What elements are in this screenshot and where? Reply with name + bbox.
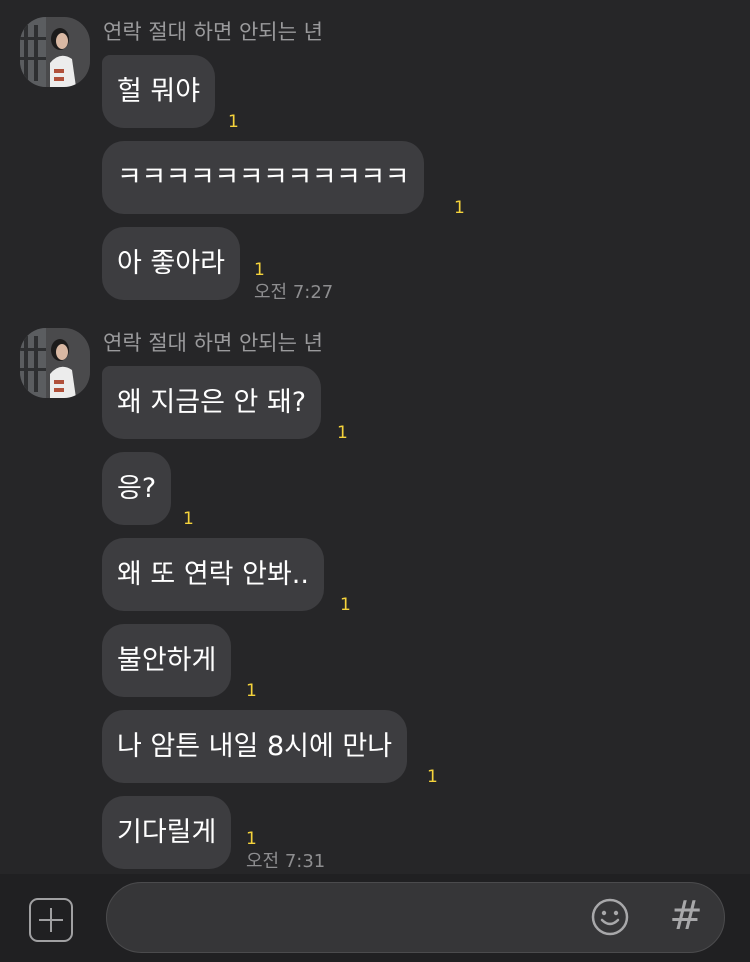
unread-count: 1 (228, 112, 239, 132)
avatar-photo (20, 328, 90, 398)
sender-name: 연락 절대 하면 안되는 년 (103, 331, 323, 355)
message-input[interactable]: # (106, 882, 725, 953)
unread-count: 1 (337, 423, 348, 443)
smiley-icon[interactable] (591, 898, 629, 936)
message-bubble[interactable]: 불안하게 (102, 624, 232, 697)
sender-avatar[interactable] (20, 328, 90, 398)
message-bubble[interactable]: 왜 지금은 안 돼? (102, 366, 322, 439)
hashtag-icon[interactable]: # (669, 893, 703, 939)
message-bubble[interactable]: 헐 뭐야 (102, 55, 216, 128)
message-bubble[interactable]: 응? (102, 452, 172, 525)
unread-count: 1 (254, 260, 265, 280)
sender-name: 연락 절대 하면 안되는 년 (103, 20, 323, 44)
message-bubble[interactable]: 아 좋아라 (102, 227, 240, 300)
chat-area[interactable]: 연락 절대 하면 안되는 년 헐 뭐야 1 ㅋㅋㅋㅋㅋㅋㅋㅋㅋㅋㅋㅋ 1 아 좋… (0, 0, 750, 874)
unread-count: 1 (454, 198, 465, 218)
avatar-photo (20, 17, 90, 87)
unread-count: 1 (340, 595, 351, 615)
message-timestamp: 오전 7:31 (246, 851, 326, 872)
input-bar: # (0, 874, 750, 962)
message-bubble[interactable]: 왜 또 연락 안봐.. (102, 538, 324, 611)
unread-count: 1 (246, 681, 257, 701)
attach-plus-icon[interactable] (29, 898, 73, 942)
unread-count: 1 (246, 829, 257, 849)
message-bubble[interactable]: 기다릴게 (102, 796, 232, 869)
message-bubble[interactable]: 나 암튼 내일 8시에 만나 (102, 710, 408, 783)
message-bubble[interactable]: ㅋㅋㅋㅋㅋㅋㅋㅋㅋㅋㅋㅋ (102, 141, 425, 214)
sender-avatar[interactable] (20, 17, 90, 87)
message-timestamp: 오전 7:27 (254, 282, 334, 303)
unread-count: 1 (183, 509, 194, 529)
unread-count: 1 (427, 767, 438, 787)
